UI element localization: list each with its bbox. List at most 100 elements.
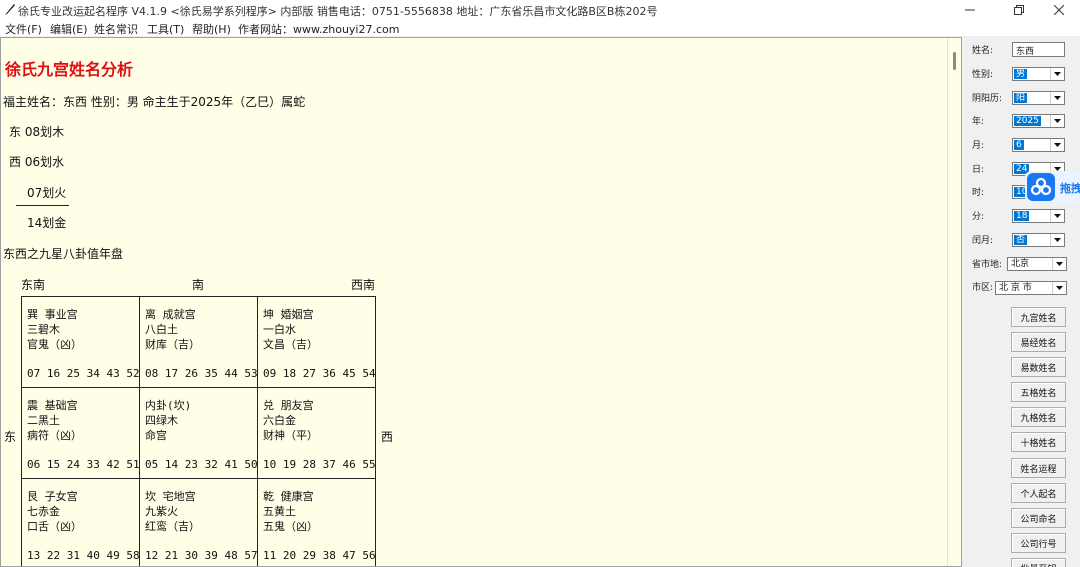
leap-month-select[interactable]: 否 [1012, 233, 1065, 247]
direction-west: 西 [381, 430, 394, 444]
vertical-scrollbar[interactable] [947, 38, 961, 566]
name-fortune-button[interactable]: 姓名运程 [1011, 458, 1066, 478]
palace-name: 乾 健康宫 [263, 490, 314, 503]
palace-luck: 财神（平） [263, 429, 318, 442]
palace-luck: 官鬼（凶） [27, 338, 82, 351]
input-panel: 姓名: 东西 性别: 男 阴阳历: 阳 年: 2025 月: 6 日: 24 时… [965, 37, 1080, 567]
nine-grid-name-button[interactable]: 九格姓名 [1011, 407, 1066, 427]
palace-name: 内卦(坎) [145, 399, 192, 412]
calendar-label: 阴阳历: [972, 94, 1003, 104]
menu-tools[interactable]: 工具(T) [147, 21, 184, 37]
ten-grid-name-button[interactable]: 十格姓名 [1011, 432, 1066, 452]
province-label: 省市地: [972, 260, 1003, 270]
company-firm-name-button[interactable]: 公司行号 [1011, 533, 1066, 553]
direction-south: 南 [192, 278, 205, 292]
stroke-sum-1: 07划火 [27, 186, 67, 200]
menu-author-website[interactable]: 作者网站：www.zhouyi27.com [238, 21, 399, 37]
province-select[interactable]: 北京 [1007, 257, 1067, 271]
title-bar: 徐氏专业改运起名程序 V4.1.9 <徐氏易学系列程序> 内部版 销售电话：07… [0, 0, 1080, 20]
yijing-name-button[interactable]: 易经姓名 [1011, 332, 1066, 352]
dropdown-arrow-icon [1052, 282, 1066, 294]
palace-luck: 病符（凶） [27, 429, 82, 442]
close-icon [1054, 5, 1064, 15]
gender-select[interactable]: 男 [1012, 67, 1065, 81]
dropdown-arrow-icon [1050, 115, 1064, 127]
palace-luck: 口舌（凶） [27, 520, 82, 533]
city-select[interactable]: 北 京 市 [995, 281, 1067, 295]
app-window: 徐氏专业改运起名程序 V4.1.9 <徐氏易学系列程序> 内部版 销售电话：07… [0, 0, 1080, 567]
direction-southeast: 东南 [21, 278, 46, 292]
year-label: 年: [972, 117, 985, 127]
minute-select[interactable]: 18 [1012, 209, 1065, 223]
dropdown-arrow-icon [1050, 139, 1064, 151]
palace-name: 震 基础宫 [27, 399, 78, 412]
floating-drag-widget[interactable]: 拖拽 [1025, 171, 1080, 203]
menu-file[interactable]: 文件(F) [5, 21, 42, 37]
palace-numbers: 08 17 26 35 44 53 [145, 367, 258, 380]
stroke-given-name: 西 06划水 [9, 155, 65, 169]
hour-label: 时: [972, 188, 985, 198]
palace-star: 七赤金 [27, 505, 60, 518]
palace-luck: 五鬼（凶） [263, 520, 318, 533]
stroke-sum-2: 14划金 [27, 216, 67, 230]
scrollbar-thumb[interactable] [953, 52, 956, 70]
direction-east: 东 [4, 430, 17, 444]
city-value: 北 京 市 [999, 283, 1032, 293]
palace-numbers: 11 20 29 38 47 56 [263, 549, 376, 562]
minimize-button[interactable] [947, 0, 993, 20]
palace-name: 坤 婚姻宫 [263, 308, 314, 321]
grid-line [21, 296, 22, 566]
close-button[interactable] [1036, 0, 1080, 20]
menu-bar: 文件(F) 编辑(E) 姓名常识 工具(T) 帮助(H) 作者网站：www.zh… [0, 20, 1080, 36]
month-label: 月: [972, 141, 985, 151]
personal-naming-button[interactable]: 个人起名 [1011, 483, 1066, 503]
palace-numbers: 07 16 25 34 43 52 [27, 367, 140, 380]
year-select[interactable]: 2025 [1012, 114, 1065, 128]
menu-name-knowledge[interactable]: 姓名常识 [94, 21, 138, 37]
palace-luck: 财库（吉） [145, 338, 200, 351]
palace-numbers: 10 19 28 37 46 55 [263, 458, 376, 471]
palace-star: 九紫火 [145, 505, 178, 518]
window-title: 徐氏专业改运起名程序 V4.1.9 <徐氏易学系列程序> 内部版 销售电话：07… [18, 5, 658, 18]
palace-luck: 文昌（吉） [263, 338, 318, 351]
stroke-surname: 东 08划木 [9, 125, 65, 139]
palace-star: 六白金 [263, 414, 296, 427]
name-input[interactable]: 东西 [1012, 42, 1065, 57]
report-summary: 福主姓名：东西 性别：男 命主生于2025年（乙巳）属蛇 [3, 95, 306, 109]
report-view[interactable]: 徐氏九宫姓名分析 福主姓名：东西 性别：男 命主生于2025年（乙巳）属蛇 东 … [0, 37, 962, 567]
palace-star: 八白土 [145, 323, 178, 336]
company-naming-button[interactable]: 公司命名 [1011, 508, 1066, 528]
palace-name: 巽 事业宫 [27, 308, 78, 321]
palace-star: 一白水 [263, 323, 296, 336]
month-value: 6 [1014, 140, 1024, 150]
grid-line [21, 296, 376, 297]
palace-star: 四绿木 [145, 414, 178, 427]
yishu-name-button[interactable]: 易数姓名 [1011, 357, 1066, 377]
five-grid-name-button[interactable]: 五格姓名 [1011, 382, 1066, 402]
sum-divider [16, 205, 69, 206]
palace-numbers: 05 14 23 32 41 50 [145, 458, 258, 471]
calendar-select[interactable]: 阳 [1012, 91, 1065, 105]
grid-line [21, 478, 376, 479]
menu-edit[interactable]: 编辑(E) [50, 21, 88, 37]
palace-star: 三碧木 [27, 323, 60, 336]
batch-button[interactable]: 批量至钥 [1011, 558, 1066, 567]
palace-numbers: 12 21 30 39 48 57 [145, 549, 258, 562]
grid-line [375, 296, 376, 566]
gender-label: 性别: [972, 70, 994, 80]
minute-value: 18 [1014, 211, 1030, 221]
palace-numbers: 13 22 31 40 49 58 [27, 549, 140, 562]
nine-palace-name-button[interactable]: 九宫姓名 [1011, 307, 1066, 327]
palace-name: 离 成就宫 [145, 308, 196, 321]
dropdown-arrow-icon [1052, 258, 1066, 270]
menu-help[interactable]: 帮助(H) [192, 21, 231, 37]
minute-label: 分: [972, 212, 985, 222]
palace-numbers: 09 18 27 36 45 54 [263, 367, 376, 380]
cloud-icon [1027, 173, 1055, 201]
palace-star: 二黑土 [27, 414, 60, 427]
month-select[interactable]: 6 [1012, 138, 1065, 152]
palace-star: 五黄土 [263, 505, 296, 518]
dropdown-arrow-icon [1050, 210, 1064, 222]
float-label: 拖拽 [1060, 182, 1080, 195]
city-label: 市区: [972, 283, 994, 293]
